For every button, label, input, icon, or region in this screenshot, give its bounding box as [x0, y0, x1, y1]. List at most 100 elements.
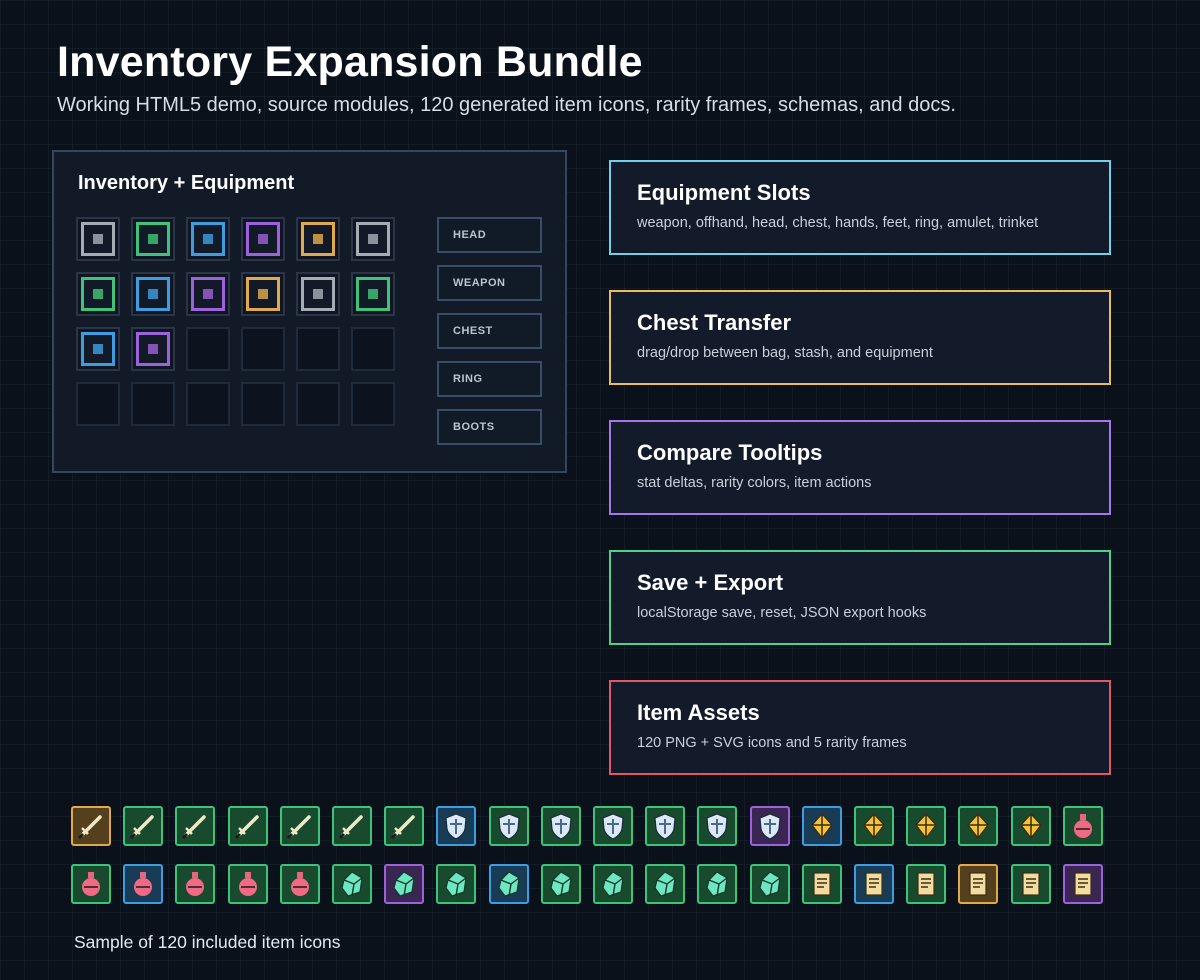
- potion-icon[interactable]: [123, 864, 164, 904]
- scroll-icon[interactable]: [1062, 864, 1103, 904]
- inventory-slot[interactable]: [241, 327, 285, 371]
- crystal-icon-glyph: [445, 871, 468, 897]
- inventory-slot[interactable]: [186, 217, 230, 261]
- rarity-frame-rare: [81, 332, 115, 366]
- crystal-icon[interactable]: [749, 864, 790, 904]
- rarity-frame-rare: [136, 277, 170, 311]
- sword-icon-glyph: [77, 815, 102, 840]
- inventory-slot[interactable]: [131, 327, 175, 371]
- equipment-slot-head[interactable]: HEAD: [437, 217, 542, 253]
- equipment-slot-weapon[interactable]: WEAPON: [437, 265, 542, 301]
- amulet-icon[interactable]: [1010, 806, 1051, 846]
- rarity-frame-common: [356, 222, 390, 256]
- potion-icon[interactable]: [175, 864, 216, 904]
- inventory-slot[interactable]: [296, 327, 340, 371]
- shield-icon[interactable]: [593, 806, 633, 846]
- crystal-icon[interactable]: [436, 864, 477, 904]
- inventory-slot[interactable]: [351, 382, 395, 426]
- shield-icon[interactable]: [436, 806, 477, 846]
- item-gem-icon: [203, 289, 213, 299]
- shield-icon[interactable]: [540, 806, 581, 846]
- inventory-slot[interactable]: [76, 272, 120, 316]
- equipment-slot-ring[interactable]: RING: [437, 361, 542, 397]
- potion-icon-glyph: [82, 872, 100, 896]
- item-gem-icon: [313, 234, 323, 244]
- sword-icon-glyph: [391, 815, 415, 840]
- rarity-frame-uncommon: [356, 277, 390, 311]
- item-gem-icon: [148, 289, 158, 299]
- amulet-icon[interactable]: [801, 806, 842, 846]
- amulet-icon[interactable]: [854, 806, 894, 846]
- inventory-panel: Inventory + Equipment HEAD WEAPON CHEST RIN…: [52, 150, 567, 473]
- inventory-slot[interactable]: [241, 382, 285, 426]
- scroll-icon[interactable]: [1010, 864, 1051, 904]
- sword-icon[interactable]: [227, 806, 268, 846]
- scroll-icon[interactable]: [958, 864, 999, 904]
- shield-icon[interactable]: [488, 806, 529, 846]
- sword-icon[interactable]: [123, 806, 164, 846]
- crystal-icon[interactable]: [332, 864, 372, 904]
- equipment-slot-boots[interactable]: BOOTS: [437, 409, 542, 445]
- inventory-slot[interactable]: [241, 217, 285, 261]
- scroll-icon[interactable]: [906, 864, 947, 904]
- item-gem-icon: [368, 234, 378, 244]
- inventory-slot[interactable]: [351, 272, 395, 316]
- crystal-icon-glyph: [341, 871, 363, 897]
- inventory-slot[interactable]: [296, 382, 340, 426]
- inventory-slot[interactable]: [186, 272, 230, 316]
- amulet-icon-glyph: [967, 813, 990, 839]
- inventory-slot[interactable]: [76, 217, 120, 261]
- sword-icon[interactable]: [175, 806, 216, 846]
- inventory-slot[interactable]: [76, 327, 120, 371]
- crystal-icon[interactable]: [645, 864, 686, 904]
- page-subtitle: Working HTML5 demo, source modules, 120 …: [57, 94, 956, 116]
- amulet-icon[interactable]: [958, 806, 999, 846]
- inventory-slot[interactable]: [131, 272, 175, 316]
- crystal-icon[interactable]: [593, 864, 633, 904]
- sword-icon[interactable]: [71, 806, 111, 846]
- inventory-slot[interactable]: [351, 217, 395, 261]
- feature-card-item-assets: Item Assets 120 PNG + SVG icons and 5 rar…: [609, 680, 1111, 775]
- crystal-icon[interactable]: [540, 864, 581, 904]
- inventory-slot[interactable]: [186, 327, 230, 371]
- shield-icon[interactable]: [697, 806, 738, 846]
- inventory-slot[interactable]: [131, 217, 175, 261]
- inventory-slot[interactable]: [76, 382, 120, 426]
- inventory-slot[interactable]: [296, 217, 340, 261]
- sword-icon[interactable]: [279, 806, 320, 846]
- shield-icon[interactable]: [749, 806, 790, 846]
- rarity-frame-uncommon: [136, 222, 170, 256]
- crystal-icon[interactable]: [697, 864, 738, 904]
- amulet-icon[interactable]: [906, 806, 947, 846]
- inventory-slot[interactable]: [241, 272, 285, 316]
- item-gem-icon: [148, 344, 158, 354]
- feature-title: Save + Export: [637, 570, 784, 595]
- item-gem-icon: [93, 289, 103, 299]
- inventory-slot[interactable]: [186, 382, 230, 426]
- inventory-slot[interactable]: [296, 272, 340, 316]
- potion-icon[interactable]: [279, 864, 320, 904]
- crystal-icon[interactable]: [384, 864, 425, 904]
- sword-icon[interactable]: [332, 806, 372, 846]
- scroll-icon[interactable]: [801, 864, 842, 904]
- potion-icon-glyph: [238, 872, 257, 896]
- shield-icon[interactable]: [645, 806, 686, 846]
- scroll-icon[interactable]: [854, 864, 894, 904]
- inventory-slot[interactable]: [351, 327, 395, 371]
- shield-icon-glyph: [445, 813, 468, 840]
- equipment-slot-chest[interactable]: CHEST: [437, 313, 542, 349]
- potion-icon[interactable]: [227, 864, 268, 904]
- crystal-icon[interactable]: [488, 864, 529, 904]
- amulet-icon-glyph: [1019, 813, 1042, 839]
- sword-icon-glyph: [338, 815, 363, 840]
- rarity-frame-legendary: [301, 222, 335, 256]
- sword-icon[interactable]: [384, 806, 425, 846]
- shield-icon-glyph: [654, 813, 676, 840]
- crystal-icon-glyph: [706, 871, 729, 897]
- feature-card-compare-tooltips: Compare Tooltips stat deltas, rarity colo…: [609, 420, 1111, 515]
- potion-icon[interactable]: [1062, 806, 1103, 846]
- feature-description: weapon, offhand, head, chest, hands, fee…: [637, 215, 1039, 231]
- inventory-slot[interactable]: [131, 382, 175, 426]
- page-title: Inventory Expansion Bundle: [57, 38, 643, 86]
- potion-icon[interactable]: [71, 864, 111, 904]
